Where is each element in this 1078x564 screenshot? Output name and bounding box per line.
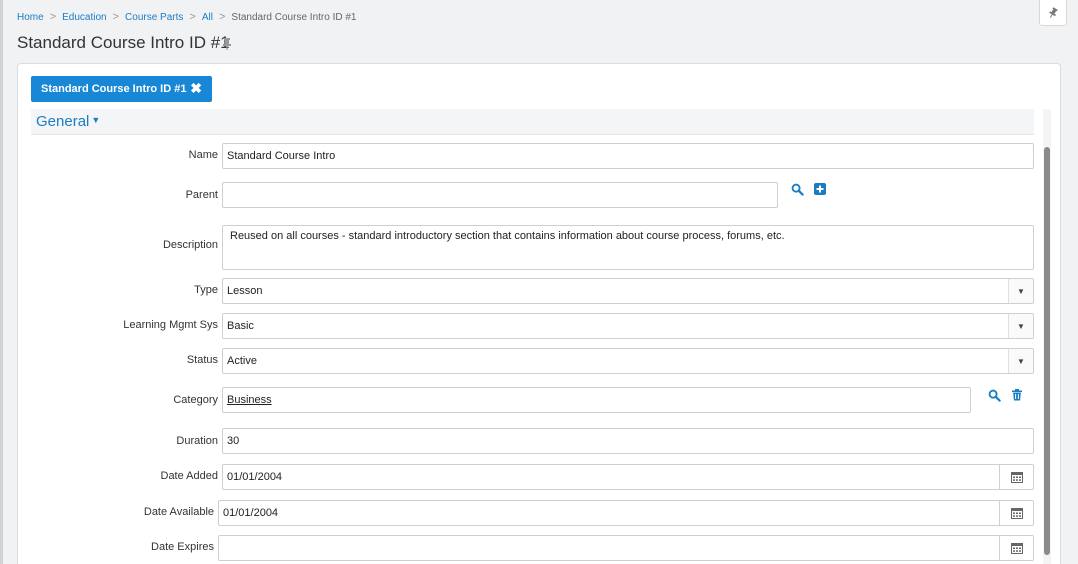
close-icon[interactable]: ✖ xyxy=(190,80,202,96)
date-available-field[interactable]: 01/01/2004 xyxy=(218,500,1034,526)
status-select-value: Active xyxy=(227,355,257,367)
duration-input[interactable]: 30 xyxy=(222,428,1034,454)
tab-record[interactable]: Standard Course Intro ID #1 ✖ xyxy=(31,76,212,102)
category-label: Category xyxy=(173,394,218,406)
status-select[interactable]: Active ▼ xyxy=(222,348,1034,374)
record-card: Standard Course Intro ID #1 ✖ General ▼ N… xyxy=(17,63,1061,564)
parent-input[interactable] xyxy=(222,182,778,208)
type-select[interactable]: Lesson ▼ xyxy=(222,278,1034,304)
scrollbar-thumb[interactable] xyxy=(1044,147,1050,555)
search-icon[interactable] xyxy=(790,182,804,196)
calendar-icon[interactable] xyxy=(999,465,1033,489)
dropdown-arrow-icon[interactable]: ▼ xyxy=(1008,349,1033,373)
learning-mgmt-select[interactable]: Basic ▼ xyxy=(222,313,1034,339)
pin-icon[interactable] xyxy=(220,37,234,51)
breadcrumb-home[interactable]: Home xyxy=(17,12,44,23)
breadcrumb-education[interactable]: Education xyxy=(62,12,106,23)
breadcrumb-separator: > xyxy=(112,11,120,23)
breadcrumb-all[interactable]: All xyxy=(202,12,213,23)
left-edge-strip xyxy=(0,0,3,564)
date-expires-label: Date Expires xyxy=(151,541,214,553)
status-label: Status xyxy=(186,354,218,366)
learning-mgmt-label: Learning Mgmt Sys xyxy=(123,319,218,331)
type-select-value: Lesson xyxy=(227,285,263,297)
type-label: Type xyxy=(194,284,218,296)
parent-label: Parent xyxy=(185,189,218,201)
category-link[interactable]: Business xyxy=(227,394,272,406)
search-icon[interactable] xyxy=(987,388,1001,402)
date-added-label: Date Added xyxy=(160,470,219,482)
breadcrumb-separator: > xyxy=(189,11,196,23)
breadcrumb: Home > Education > Course Parts > All > … xyxy=(17,10,356,24)
date-added-value: 01/01/2004 xyxy=(227,471,283,483)
breadcrumb-separator: > xyxy=(218,11,226,23)
page-title: Standard Course Intro ID #1 xyxy=(17,33,230,52)
breadcrumb-course-parts[interactable]: Course Parts xyxy=(125,12,183,23)
category-link-field[interactable]: Business xyxy=(222,387,971,413)
duration-label: Duration xyxy=(176,435,218,447)
name-input[interactable]: Standard Course Intro xyxy=(222,143,1034,169)
breadcrumb-separator: > xyxy=(49,11,57,23)
dropdown-arrow-icon[interactable]: ▼ xyxy=(1008,314,1033,338)
date-available-label: Date Available xyxy=(143,506,214,518)
pin-icon xyxy=(1047,6,1059,19)
calendar-icon[interactable] xyxy=(999,536,1033,560)
description-textarea[interactable]: Reused on all courses - standard introdu… xyxy=(222,225,1034,270)
date-added-field[interactable]: 01/01/2004 xyxy=(222,464,1034,490)
pin-panel-button[interactable] xyxy=(1039,0,1067,26)
trash-icon[interactable] xyxy=(1010,388,1024,402)
section-title-text: General xyxy=(36,113,90,130)
section-title: General ▼ xyxy=(36,113,100,130)
name-label: Name xyxy=(188,149,218,161)
tab-record-label: Standard Course Intro ID #1 xyxy=(41,83,187,95)
breadcrumb-current: Standard Course Intro ID #1 xyxy=(231,11,357,23)
add-icon[interactable] xyxy=(813,182,827,196)
description-label: Description xyxy=(162,239,218,251)
section-header-general[interactable]: General ▼ xyxy=(31,109,1034,135)
learning-mgmt-select-value: Basic xyxy=(227,320,254,332)
chevron-down-icon: ▼ xyxy=(91,115,101,125)
date-expires-field[interactable] xyxy=(218,535,1034,561)
calendar-icon[interactable] xyxy=(999,501,1033,525)
dropdown-arrow-icon[interactable]: ▼ xyxy=(1008,279,1033,303)
date-available-value: 01/01/2004 xyxy=(223,507,279,519)
